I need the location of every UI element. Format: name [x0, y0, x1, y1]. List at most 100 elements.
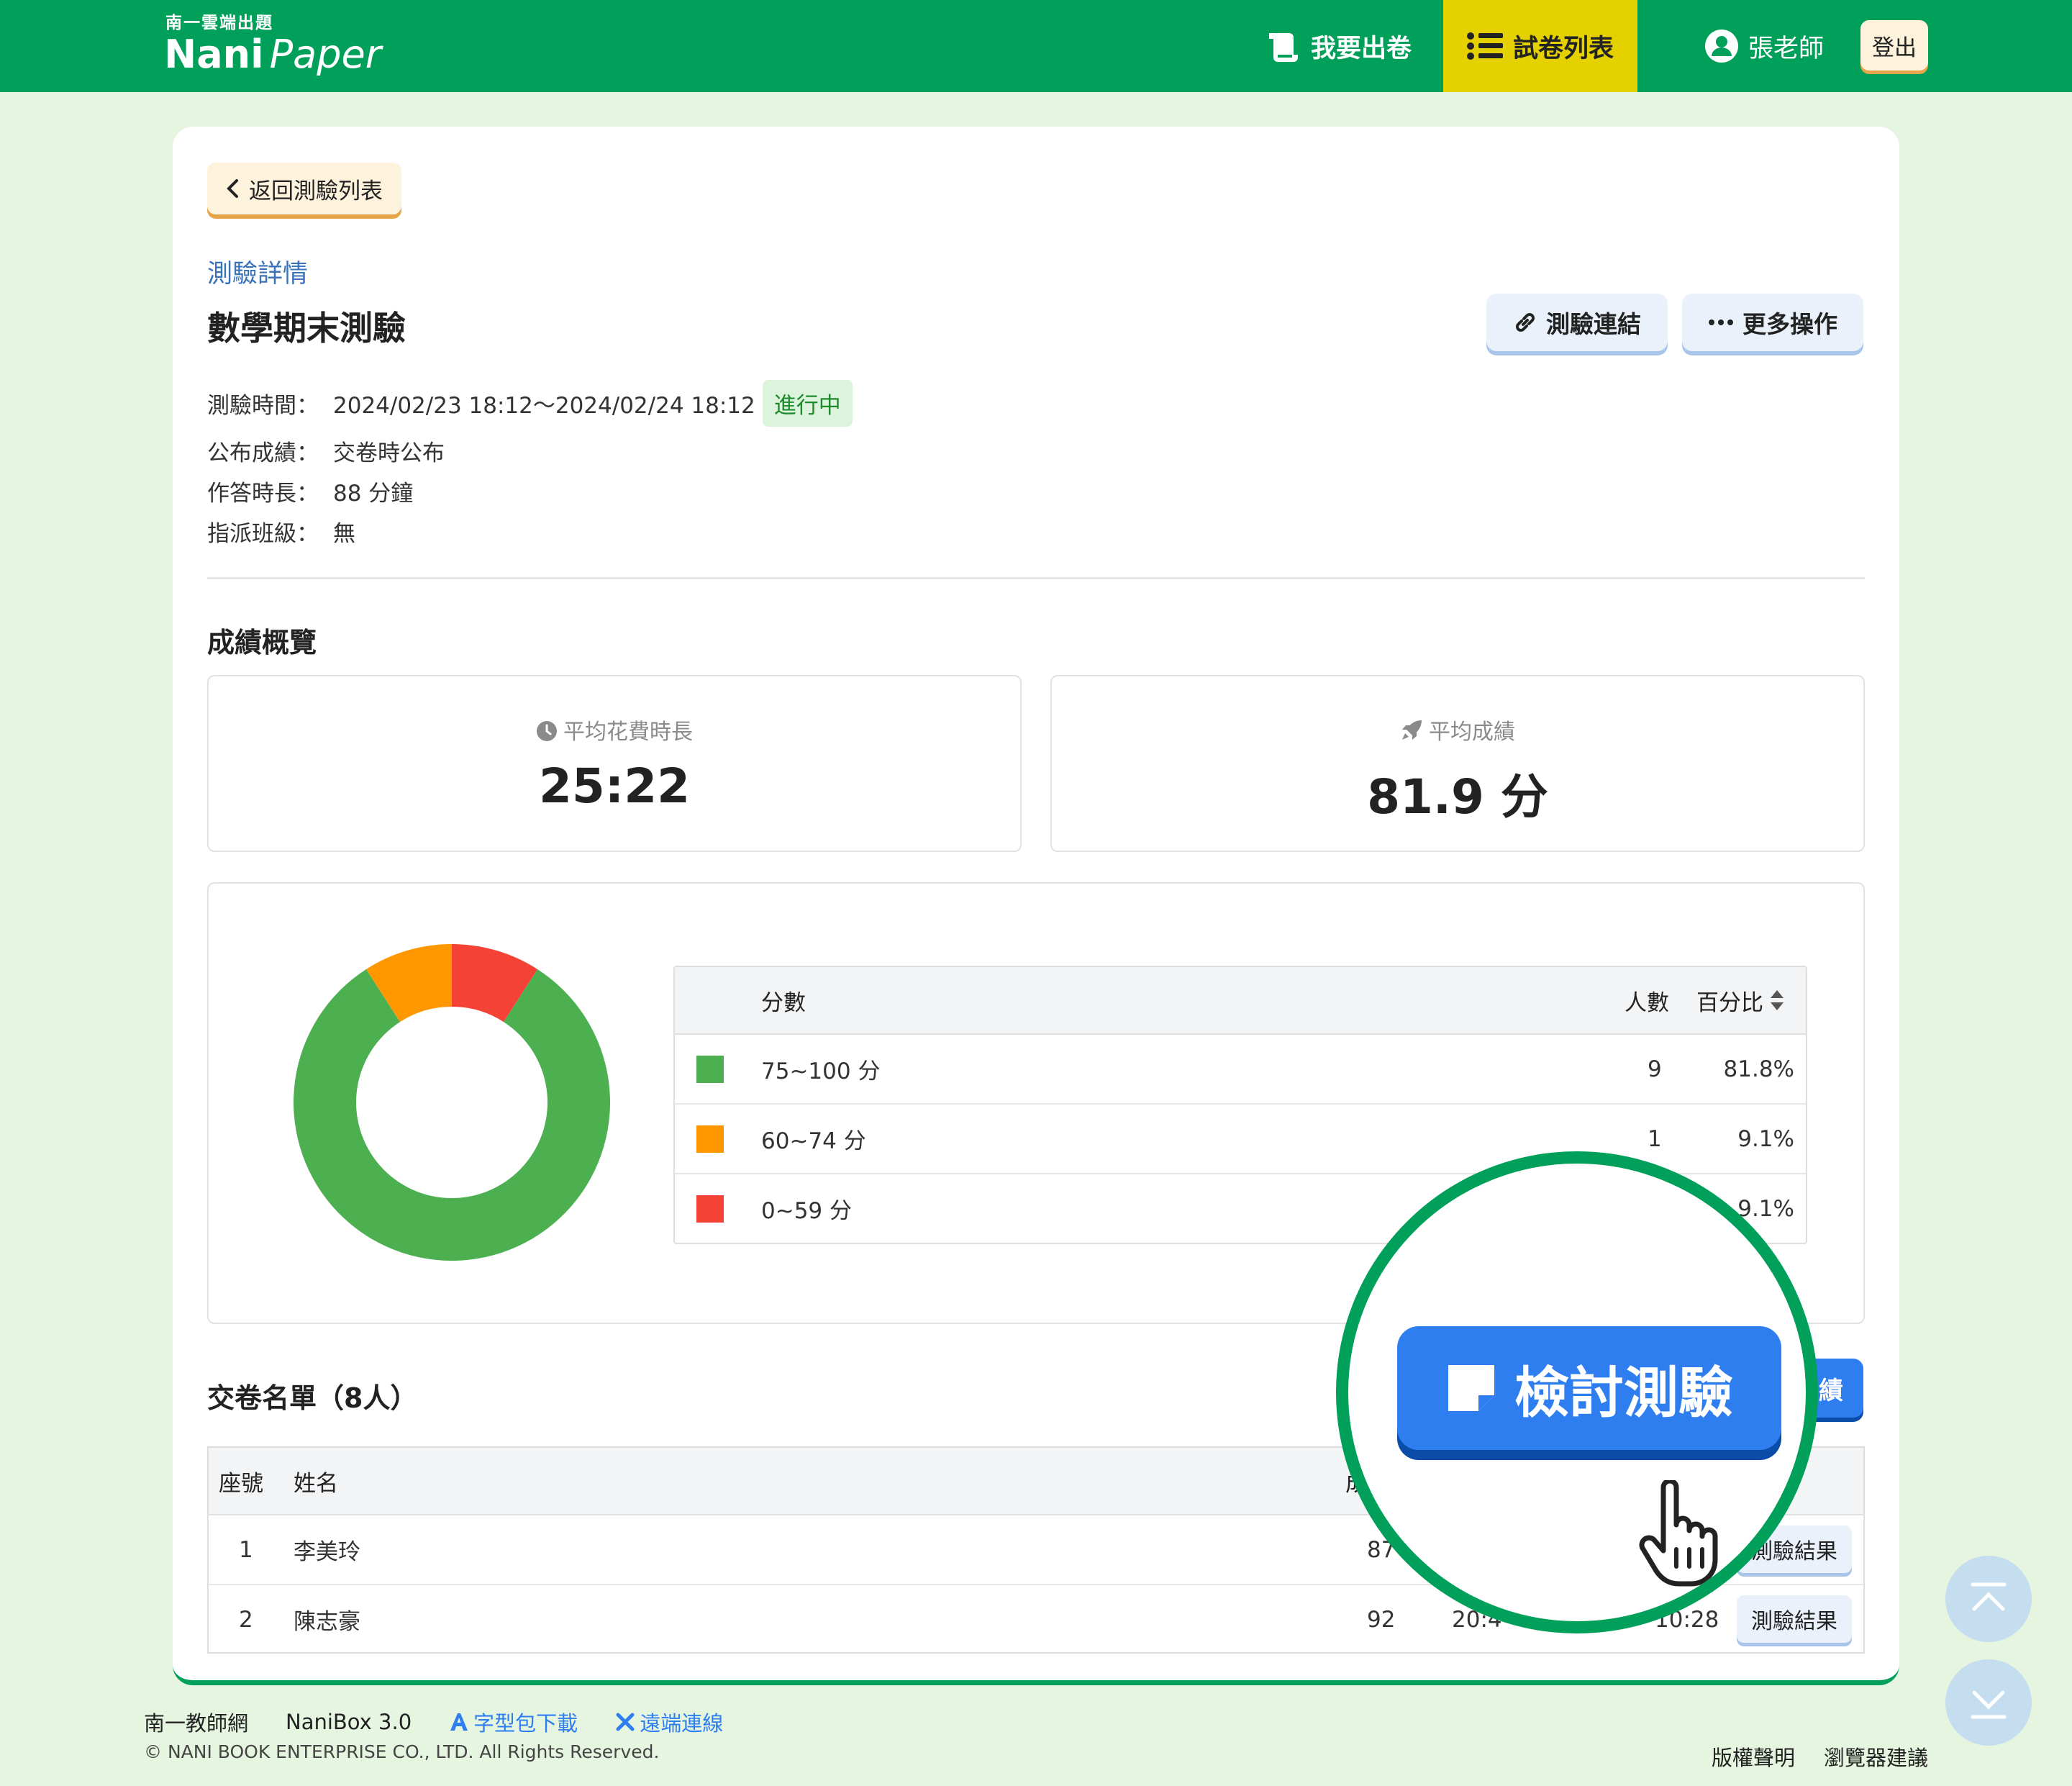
scroll-top-button[interactable] [1945, 1556, 2032, 1642]
sticky-note-icon [1448, 1365, 1494, 1411]
top-navbar: 南一雲端出題 Nani Paper 我要出卷 試卷列表 張老師 登出 [0, 0, 2072, 92]
info-duration: 作答時長： 88 分鐘 [207, 475, 413, 507]
avg-time-card: 平均花費時長 25:22 [207, 675, 1022, 852]
status-badge: 進行中 [762, 380, 853, 427]
col-count-header: 人數 [1625, 989, 1669, 1016]
range-label: 75~100 分 [761, 1059, 881, 1084]
avg-time-caption: 平均花費時長 [209, 714, 1020, 745]
count-value: 9 [1648, 1056, 1662, 1082]
overview-title: 成績概覽 [207, 627, 317, 658]
col-pct-header[interactable]: 百分比 [1696, 967, 1785, 1033]
footer-link-nanibox[interactable]: NaniBox 3.0 [286, 1710, 412, 1734]
exam-link-button[interactable]: 測驗連結 [1486, 294, 1668, 351]
page-title: 數學期末測驗 [207, 309, 406, 348]
copyright-text: © NANI BOOK ENTERPRISE CO., LTD. All Rig… [144, 1741, 660, 1762]
footer-link-browser[interactable]: 瀏覽器建議 [1824, 1741, 1928, 1772]
tools-icon [616, 1713, 635, 1731]
font-icon [450, 1713, 468, 1731]
col-seat-header: 座號 [219, 1470, 263, 1497]
pct-value: 9.1% [1737, 1125, 1794, 1152]
more-actions-button[interactable]: 更多操作 [1682, 294, 1863, 351]
arrow-up-to-line-icon [1971, 1582, 2007, 1611]
col-name-header: 姓名 [294, 1470, 338, 1497]
ellipsis-icon [1709, 319, 1733, 325]
avg-score-card: 平均成績 81.9 分 [1050, 675, 1865, 852]
student-score: 92 [1367, 1606, 1396, 1633]
chevron-left-icon [227, 179, 238, 198]
donut-slice-0 [294, 969, 610, 1261]
brand-subtitle: 南一雲端出題 [165, 14, 273, 32]
avg-score-value: 81.9 分 [1367, 769, 1548, 825]
distribution-row: 75~100 分 9 81.8% [675, 1035, 1806, 1105]
legend-swatch-high [696, 1055, 724, 1083]
info-publish-value: 交卷時公布 [333, 440, 445, 466]
link-icon [1516, 313, 1535, 332]
footer-link-copyright[interactable]: 版權聲明 [1712, 1741, 1795, 1772]
zoom-highlight-lens: 檢討測驗 [1336, 1151, 1818, 1633]
footer-link-remote[interactable]: 遠端連線 [615, 1707, 723, 1737]
footer-links: 南一教師網 NaniBox 3.0 字型包下載 遠端連線 [144, 1707, 723, 1737]
nav-make-paper[interactable]: 我要出卷 [1266, 0, 1412, 92]
score-donut-chart [294, 944, 610, 1261]
info-time-label: 測驗時間： [207, 393, 319, 419]
scroll-bottom-button[interactable] [1945, 1659, 2032, 1746]
back-to-list-button[interactable]: 返回測驗列表 [207, 163, 401, 214]
info-publish-label: 公布成績： [207, 440, 319, 466]
info-class-value: 無 [333, 521, 355, 547]
scroll-paper-icon [1269, 33, 1298, 62]
col-pct-label: 百分比 [1696, 989, 1763, 1016]
rocket-icon [1402, 720, 1422, 740]
footer-font-label: 字型包下載 [473, 1711, 578, 1736]
legend-swatch-mid [696, 1125, 724, 1153]
avg-time-label: 平均花費時長 [563, 720, 693, 745]
more-actions-label: 更多操作 [1742, 310, 1837, 338]
seat-number: 2 [239, 1606, 253, 1633]
breadcrumb[interactable]: 測驗詳情 [207, 253, 308, 290]
seat-number: 1 [239, 1536, 253, 1563]
back-label: 返回測驗列表 [249, 178, 383, 204]
info-class: 指派班級： 無 [207, 515, 355, 548]
exam-link-label: 測驗連結 [1546, 310, 1641, 338]
user-name: 張老師 [1748, 34, 1825, 63]
avg-score-label: 平均成績 [1429, 720, 1515, 745]
avg-score-caption: 平均成績 [1052, 714, 1863, 745]
range-label: 0~59 分 [761, 1198, 852, 1224]
footer-right-links: 版權聲明 瀏覽器建議 [1712, 1741, 1928, 1772]
info-class-label: 指派班級： [207, 521, 319, 547]
avg-time-value: 25:22 [538, 758, 691, 814]
info-time-value: 2024/02/23 18:12～2024/02/24 18:12 [333, 393, 755, 419]
sort-icon [1771, 990, 1784, 1010]
nav-list-label: 試卷列表 [1512, 34, 1614, 63]
legend-swatch-low [696, 1195, 724, 1223]
submission-list-title: 交卷名單（8人） [207, 1382, 418, 1414]
distribution-header: 分數 人數 百分比 [675, 967, 1806, 1035]
list-icon [1466, 32, 1503, 60]
view-result-button[interactable]: 測驗結果 [1737, 1595, 1852, 1643]
student-name: 陳志豪 [294, 1609, 360, 1635]
nav-paper-list[interactable]: 試卷列表 [1443, 0, 1637, 92]
arrow-down-to-line-icon [1971, 1690, 2007, 1719]
brand-logo-main: Nani [164, 32, 264, 77]
pointer-hand-icon [1639, 1480, 1718, 1587]
review-exam-button[interactable]: 檢討測驗 [1397, 1326, 1781, 1450]
logout-button[interactable]: 登出 [1860, 20, 1928, 71]
range-label: 60~74 分 [761, 1128, 866, 1154]
info-duration-label: 作答時長： [207, 481, 319, 507]
clock-icon [537, 721, 557, 741]
user-avatar-icon [1705, 30, 1738, 63]
nav-make-label: 我要出卷 [1311, 34, 1412, 63]
info-publish: 公布成績： 交卷時公布 [207, 435, 445, 467]
student-name: 李美玲 [294, 1539, 360, 1565]
info-exam-time: 測驗時間： 2024/02/23 18:12～2024/02/24 18:12 … [207, 380, 853, 427]
brand-logo-script: Paper [269, 32, 381, 77]
brand-logo[interactable]: Nani Paper [164, 30, 381, 79]
review-exam-label: 檢討測驗 [1514, 1361, 1733, 1425]
col-score-header: 分數 [761, 989, 806, 1016]
user-menu[interactable]: 張老師 [1705, 0, 1824, 92]
info-duration-value: 88 分鐘 [333, 481, 414, 507]
section-divider [207, 577, 1865, 579]
pct-value: 81.8% [1723, 1056, 1794, 1082]
footer-link-font-download[interactable]: 字型包下載 [449, 1707, 578, 1737]
footer-remote-label: 遠端連線 [640, 1711, 724, 1736]
footer-link-teacher-site[interactable]: 南一教師網 [144, 1707, 248, 1737]
